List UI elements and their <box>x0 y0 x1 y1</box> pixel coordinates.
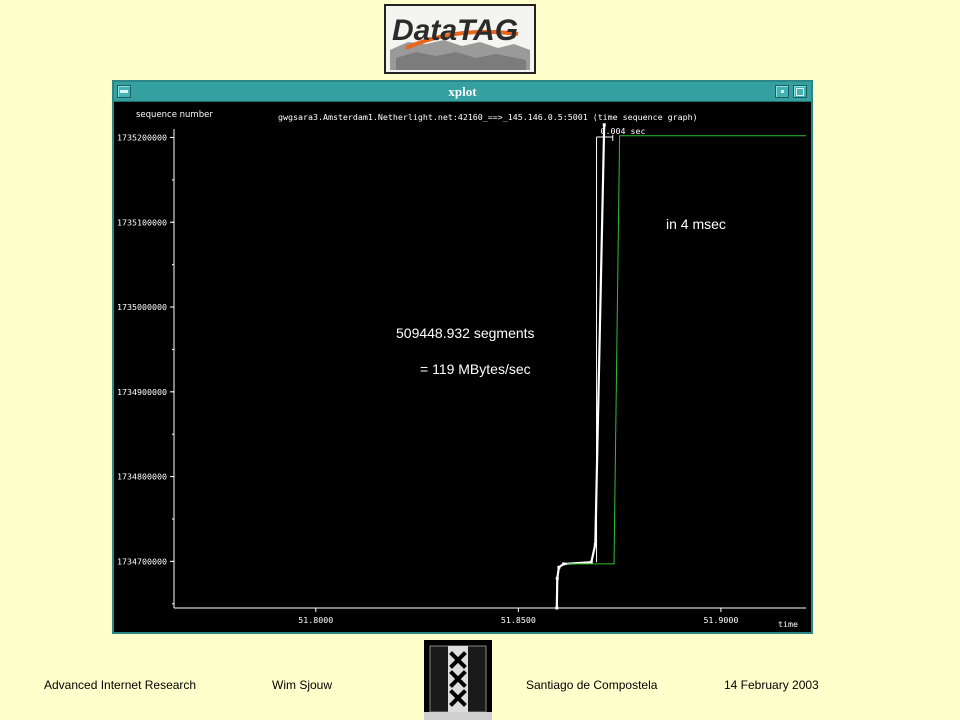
university-emblem <box>424 640 492 720</box>
y-tick-label: 1734800000 <box>117 472 167 482</box>
y-tick-label: 1734700000 <box>117 556 167 566</box>
time-sequence-plot[interactable]: sequence number gwgsara3.Amsterdam1.Neth… <box>114 102 811 632</box>
series-point <box>555 606 559 610</box>
series-point <box>555 576 559 580</box>
annotation-segments: 509448.932 segments <box>396 325 535 341</box>
series-point <box>562 562 566 566</box>
xplot-window: xplot sequence number gwgsara3.Amsterdam… <box>112 80 813 634</box>
y-axis-label: sequence number <box>136 110 213 120</box>
annotation-rate-duration: in 4 msec <box>666 216 726 232</box>
x-axis-label: time <box>778 619 798 629</box>
logo-wordmark: DataTAG <box>392 14 518 47</box>
minimize-button[interactable] <box>775 85 789 98</box>
footer-author: Wim Sjouw <box>272 678 333 692</box>
y-tick-label: 1735000000 <box>117 302 167 312</box>
y-tick-label: 1735100000 <box>117 217 167 227</box>
datatag-logo: DataTAG <box>384 4 536 74</box>
series-point <box>557 565 561 569</box>
footer-date: 14 February 2003 <box>724 678 819 692</box>
interval-label: 0.004 sec <box>601 126 646 136</box>
window-title: xplot <box>448 84 477 99</box>
maximize-button[interactable] <box>793 85 807 98</box>
window-titlebar[interactable]: xplot <box>114 82 811 102</box>
annotation-throughput: = 119 MBytes/sec <box>420 361 531 377</box>
footer-location: Santiago de Compostela <box>526 678 658 692</box>
footer-institute: Advanced Internet Research <box>44 678 197 692</box>
series-point <box>589 560 593 564</box>
plot-header: gwgsara3.Amsterdam1.Netherlight.net:4216… <box>278 112 698 122</box>
x-tick-label: 51.9000 <box>703 615 738 625</box>
x-tick-label: 51.8500 <box>501 615 536 625</box>
y-tick-label: 1735200000 <box>117 132 167 142</box>
x-tick-label: 51.8000 <box>298 615 333 625</box>
y-tick-label: 1734900000 <box>117 387 167 397</box>
